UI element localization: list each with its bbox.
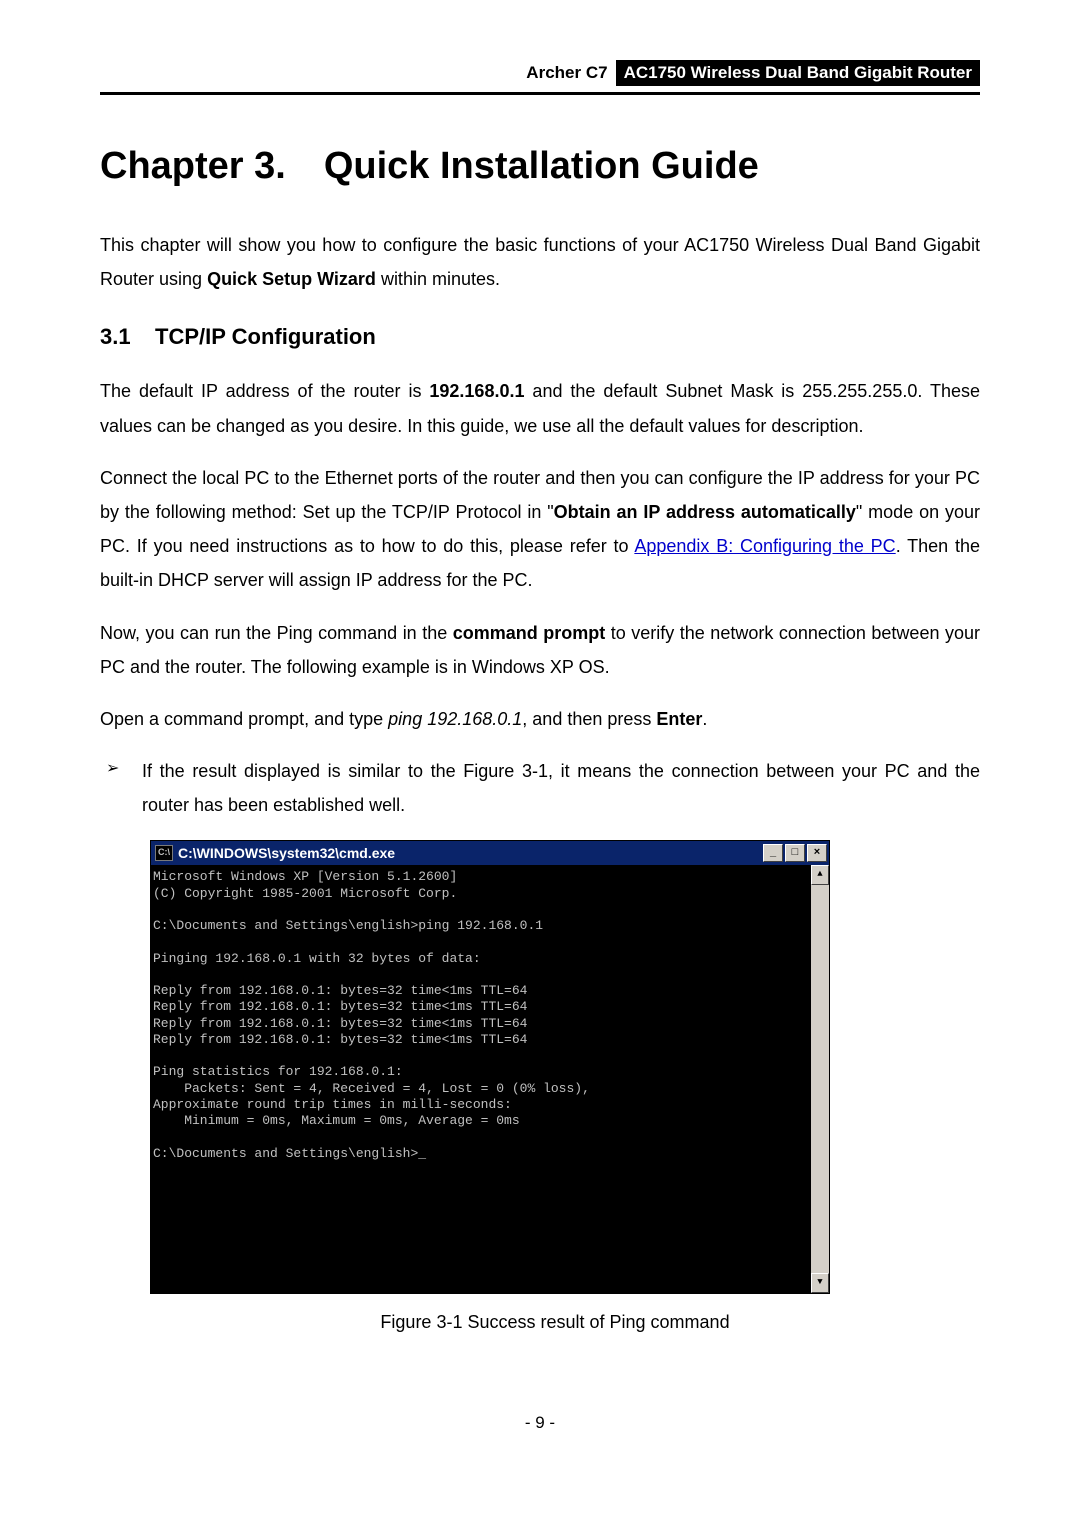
close-button[interactable]: ×: [807, 844, 827, 862]
minimize-button[interactable]: _: [763, 844, 783, 862]
bullet-item-1: If the result displayed is similar to th…: [100, 754, 980, 822]
p1-pre: The default IP address of the router is: [100, 381, 429, 401]
intro-paragraph: This chapter will show you how to config…: [100, 228, 980, 296]
bullet-list: If the result displayed is similar to th…: [100, 754, 980, 822]
scroll-down-icon[interactable]: ▼: [811, 1273, 829, 1293]
page-header: Archer C7 AC1750 Wireless Dual Band Giga…: [100, 60, 980, 95]
section-number: 3.1: [100, 324, 155, 350]
cmd-scrollbar[interactable]: ▲ ▼: [811, 865, 829, 1293]
cmd-title-text: C:\WINDOWS\system32\cmd.exe: [178, 845, 395, 861]
p3-bold1: command prompt: [453, 623, 606, 643]
paragraph-1: The default IP address of the router is …: [100, 374, 980, 442]
header-model: Archer C7: [526, 63, 607, 83]
p3-seg1: Now, you can run the Ping command in the: [100, 623, 453, 643]
page-number: - 9 -: [100, 1413, 980, 1433]
figure-3-1: C:\ C:\WINDOWS\system32\cmd.exe _ □ × Mi…: [150, 840, 960, 1333]
appendix-link[interactable]: Appendix B: Configuring the PC: [634, 536, 895, 556]
p4-seg1: Open a command prompt, and type: [100, 709, 388, 729]
p4-italic: ping 192.168.0.1: [388, 709, 522, 729]
cmd-window: C:\ C:\WINDOWS\system32\cmd.exe _ □ × Mi…: [150, 840, 830, 1294]
p4-seg3: .: [702, 709, 707, 729]
section-title: TCP/IP Configuration: [155, 324, 376, 349]
p4-seg2: , and then press: [522, 709, 656, 729]
p1-ip: 192.168.0.1: [429, 381, 524, 401]
scroll-track[interactable]: [811, 885, 829, 1273]
p2-bold1: Obtain an IP address automatically: [554, 502, 856, 522]
p4-bold: Enter: [656, 709, 702, 729]
intro-bold: Quick Setup Wizard: [207, 269, 376, 289]
intro-post: within minutes.: [376, 269, 500, 289]
section-heading: 3.1TCP/IP Configuration: [100, 324, 980, 350]
cmd-system-icon: C:\: [155, 845, 173, 861]
cmd-output: Microsoft Windows XP [Version 5.1.2600] …: [151, 865, 811, 1293]
maximize-button[interactable]: □: [785, 844, 805, 862]
chapter-heading: Chapter 3. Quick Installation Guide: [100, 145, 980, 188]
figure-caption: Figure 3-1 Success result of Ping comman…: [150, 1312, 960, 1333]
paragraph-2: Connect the local PC to the Ethernet por…: [100, 461, 980, 598]
cmd-titlebar: C:\ C:\WINDOWS\system32\cmd.exe _ □ ×: [151, 841, 829, 865]
header-product-title: AC1750 Wireless Dual Band Gigabit Router: [616, 60, 980, 86]
paragraph-4: Open a command prompt, and type ping 192…: [100, 702, 980, 736]
scroll-up-icon[interactable]: ▲: [811, 865, 829, 885]
paragraph-3: Now, you can run the Ping command in the…: [100, 616, 980, 684]
